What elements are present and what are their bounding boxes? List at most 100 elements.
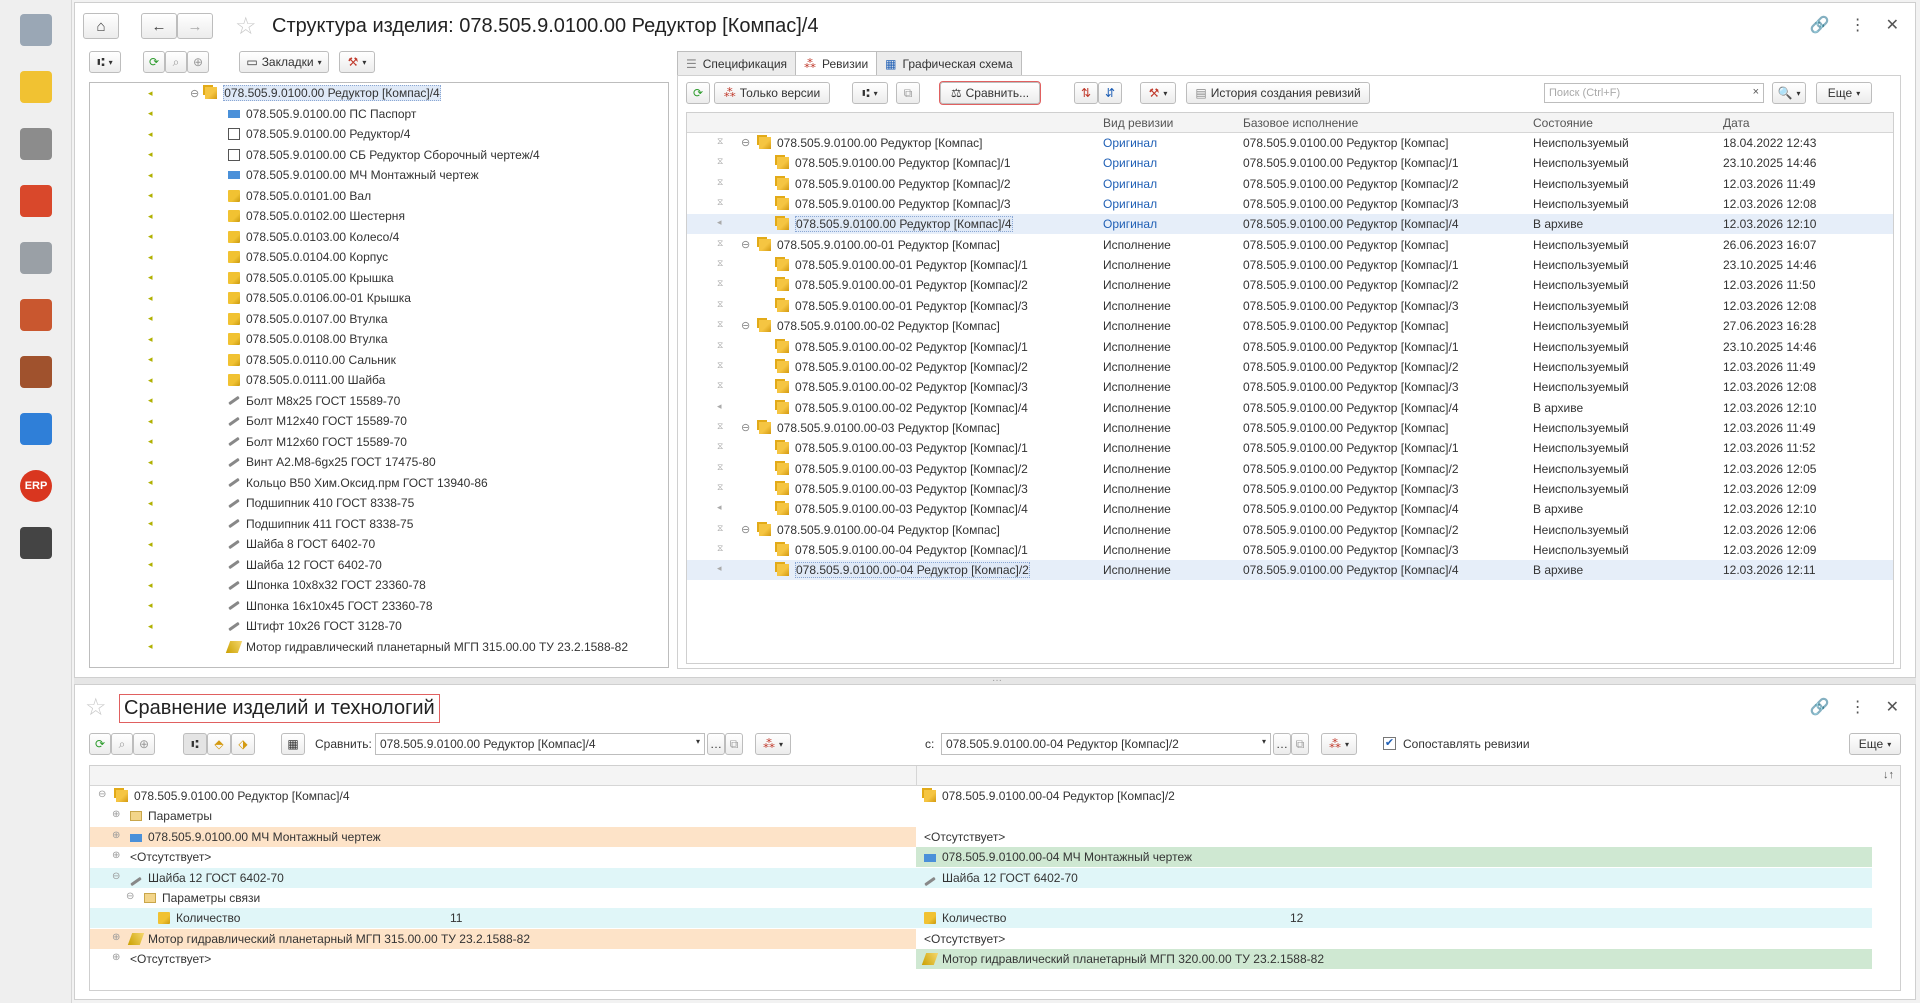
collapse-icon[interactable]: ⊖ xyxy=(741,136,750,149)
copy-button[interactable]: ⧉ xyxy=(896,82,920,104)
tree-row[interactable]: ◂ Болт М8х25 ГОСТ 15589-70 xyxy=(90,391,668,411)
sort-toggle-icon[interactable]: ↓↑ xyxy=(1883,769,1894,781)
refresh-revisions-button[interactable]: ⟳ xyxy=(686,82,710,104)
tree-row[interactable]: ◂ 078.505.9.0100.00 МЧ Монтажный чертеж xyxy=(90,165,668,185)
tree-row[interactable]: ◂ Винт А2.М8-6gх25 ГОСТ 17475-80 xyxy=(90,452,668,472)
collapse-icon[interactable]: ⊖ xyxy=(190,87,199,100)
revision-row[interactable]: ⧖ 078.505.9.0100.00 Редуктор [Компас]/2 Ор… xyxy=(687,174,1893,194)
locate-button[interactable]: ⊕ xyxy=(187,51,209,73)
revision-row[interactable]: ⧖ 078.505.9.0100.00-01 Редуктор [Компас]/… xyxy=(687,255,1893,275)
expand-icon[interactable]: ⊖ xyxy=(126,891,134,902)
back-button[interactable]: ← xyxy=(141,13,177,39)
tree-row[interactable]: ◂ ⊖ 078.505.9.0100.00 Редуктор [Компас]/4 xyxy=(90,83,668,103)
tree-mode-dropdown-2[interactable]: ⑆ ▾ xyxy=(852,82,888,104)
tree-row[interactable]: ◂ Болт М12х60 ГОСТ 15589-70 xyxy=(90,432,668,452)
tree-row[interactable]: ◂ 078.505.9.0100.00 Редуктор/4 xyxy=(90,124,668,144)
revision-row[interactable]: ⧖ ⊖ 078.505.9.0100.00-02 Редуктор [Компас]… xyxy=(687,316,1893,336)
expand-icon[interactable]: ⊕ xyxy=(112,830,120,841)
calendar-button[interactable]: ▦ xyxy=(281,733,305,755)
compare-left-field[interactable]: 078.505.9.0100.00 Редуктор [Компас]/4 ▾ xyxy=(375,733,705,755)
sidebar-erp-button[interactable]: ERP xyxy=(14,464,58,508)
tree-row[interactable]: ◂ 078.505.9.0100.00 СБ Редуктор Сборочный… xyxy=(90,145,668,165)
compare-left-open-button[interactable]: ⧉ xyxy=(725,733,743,755)
tree-row[interactable]: ◂ Шайба 12 ГОСТ 6402-70 xyxy=(90,555,668,575)
tab-revisions[interactable]: ⁂ Ревизии xyxy=(795,51,878,75)
favorite-star-icon-2[interactable]: ☆ xyxy=(85,693,107,722)
expand-icon[interactable]: ⊕ xyxy=(112,850,120,861)
link-icon[interactable]: 🔗 xyxy=(1810,697,1830,717)
tree-row[interactable]: ◂ 078.505.0.0102.00 Шестерня xyxy=(90,206,668,226)
refresh-button[interactable]: ⟳ xyxy=(143,51,165,73)
home-button[interactable]: ⌂ xyxy=(83,13,119,39)
tree-row[interactable]: ◂ Штифт 10х26 ГОСТ 3128-70 xyxy=(90,616,668,636)
revision-row[interactable]: ⧖ 078.505.9.0100.00-02 Редуктор [Компас]/… xyxy=(687,337,1893,357)
col-state[interactable]: Состояние xyxy=(1533,116,1593,130)
compare-more-button[interactable]: Еще ▾ xyxy=(1849,733,1901,755)
revision-row[interactable]: ⧖ 078.505.9.0100.00-03 Редуктор [Компас]/… xyxy=(687,459,1893,479)
tree-row[interactable]: ◂ 078.505.0.0110.00 Сальник xyxy=(90,350,668,370)
tab-graphic-schema[interactable]: ▦ Графическая схема xyxy=(876,51,1022,75)
collapse-icon[interactable]: ⊖ xyxy=(741,319,750,332)
tree-row[interactable]: ◂ 078.505.0.0105.00 Крышка xyxy=(90,268,668,288)
sidebar-briefcase-button[interactable] xyxy=(14,350,58,394)
comparison-row[interactable]: ⊕ 078.505.9.0100.00 МЧ Монтажный чертеж <О… xyxy=(90,826,1900,847)
sidebar-puzzle-button[interactable] xyxy=(14,407,58,451)
sidebar-books-button[interactable] xyxy=(14,179,58,223)
sidebar-tools-button[interactable] xyxy=(14,521,58,565)
sort-asc-button[interactable]: ⇅ xyxy=(1074,82,1098,104)
revision-row[interactable]: ⧖ 078.505.9.0100.00 Редуктор [Компас]/1 Ор… xyxy=(687,153,1893,173)
show-tree-toggle[interactable]: ⑆ xyxy=(183,733,207,755)
revision-row[interactable]: ⧖ 078.505.9.0100.00-03 Редуктор [Компас]/… xyxy=(687,479,1893,499)
close-icon[interactable]: ✕ xyxy=(1886,15,1899,35)
link-icon[interactable]: 🔗 xyxy=(1810,15,1830,35)
compare-button[interactable]: ⚖ Сравнить... xyxy=(939,81,1041,105)
compare-find-button[interactable]: ⌕ xyxy=(111,733,133,755)
comparison-row[interactable]: ⊕ <Отсутствует> 078.505.9.0100.00-04 МЧ Мо… xyxy=(90,847,1900,868)
tree-mode-dropdown[interactable]: ⑆ ▾ xyxy=(89,51,121,73)
expand-icon[interactable]: ⊖ xyxy=(112,871,120,882)
col-type[interactable]: Вид ревизии xyxy=(1103,116,1173,130)
revision-search-input[interactable]: Поиск (Ctrl+F) × xyxy=(1544,83,1764,103)
compare-right-type-dropdown[interactable]: ⁂ ▾ xyxy=(1321,733,1357,755)
tree-row[interactable]: ◂ 078.505.0.0103.00 Колесо/4 xyxy=(90,227,668,247)
expand-icon[interactable]: ⊕ xyxy=(112,932,120,943)
comparison-row[interactable]: ⊕ <Отсутствует> Мотор гидравлический плане… xyxy=(90,949,1900,970)
compare-right-select-button[interactable]: … xyxy=(1273,733,1291,755)
col-date[interactable]: Дата xyxy=(1723,116,1750,130)
comparison-row[interactable]: ⊖ 078.505.9.0100.00 Редуктор [Компас]/4 07… xyxy=(90,786,1900,806)
tree-row[interactable]: ◂ Болт М12х40 ГОСТ 15589-70 xyxy=(90,411,668,431)
sidebar-printer-button[interactable] xyxy=(14,236,58,280)
revision-row[interactable]: ⧖ 078.505.9.0100.00-01 Редуктор [Компас]/… xyxy=(687,275,1893,295)
refresh-compare-button[interactable]: ⟳ xyxy=(89,733,111,755)
clear-icon[interactable]: × xyxy=(1753,86,1759,98)
compare-right-open-button[interactable]: ⧉ xyxy=(1291,733,1309,755)
sidebar-desktop-button[interactable] xyxy=(14,8,58,52)
tree-row[interactable]: ◂ 078.505.0.0108.00 Втулка xyxy=(90,329,668,349)
comparison-row[interactable]: ⊕ Мотор гидравлический планетарный МГП 31… xyxy=(90,928,1900,949)
revision-row[interactable]: ⧖ 078.505.9.0100.00-02 Редуктор [Компас]/… xyxy=(687,377,1893,397)
tree-row[interactable]: ◂ Мотор гидравлический планетарный МГП 31… xyxy=(90,637,668,657)
favorite-star-icon[interactable]: ☆ xyxy=(235,12,257,41)
tree-row[interactable]: ◂ Шайба 8 ГОСТ 6402-70 xyxy=(90,534,668,554)
tree-row[interactable]: ◂ Шпонка 10х8х32 ГОСТ 23360-78 xyxy=(90,575,668,595)
revision-row[interactable]: ⧖ 078.505.9.0100.00-03 Редуктор [Компас]/… xyxy=(687,438,1893,458)
more-vertical-icon[interactable]: ⋮ xyxy=(1850,697,1866,717)
comparison-row[interactable]: ⊖ Шайба 12 ГОСТ 6402-70 Шайба 12 ГОСТ 6402… xyxy=(90,867,1900,888)
sidebar-clipboard-button[interactable] xyxy=(14,293,58,337)
tree-row[interactable]: ◂ 078.505.0.0101.00 Вал xyxy=(90,186,668,206)
tree-row[interactable]: ◂ 078.505.0.0106.00-01 Крышка xyxy=(90,288,668,308)
sidebar-catalog-button[interactable] xyxy=(14,65,58,109)
expand-icon[interactable]: ⊖ xyxy=(98,789,106,800)
collapse-icon[interactable]: ⊖ xyxy=(741,421,750,434)
collapse-icon[interactable]: ⊖ xyxy=(741,238,750,251)
revision-row[interactable]: ⧖ ⊖ 078.505.9.0100.00-01 Редуктор [Компас]… xyxy=(687,235,1893,255)
search-button[interactable]: 🔍 ▾ xyxy=(1772,82,1806,104)
tree-row[interactable]: ◂ 078.505.0.0104.00 Корпус xyxy=(90,247,668,267)
show-changes-toggle[interactable]: ⬗ xyxy=(231,733,255,755)
revision-history-button[interactable]: ▤ История создания ревизий xyxy=(1186,82,1370,104)
sidebar-settings-gears-button[interactable] xyxy=(14,122,58,166)
close-icon[interactable]: ✕ xyxy=(1886,697,1899,717)
revision-row[interactable]: ◂ 078.505.9.0100.00-04 Редуктор [Компас]/… xyxy=(687,560,1893,581)
expand-icon[interactable]: ⊕ xyxy=(112,952,120,963)
revision-row[interactable]: ⧖ ⊖ 078.505.9.0100.00-04 Редуктор [Компас]… xyxy=(687,520,1893,540)
